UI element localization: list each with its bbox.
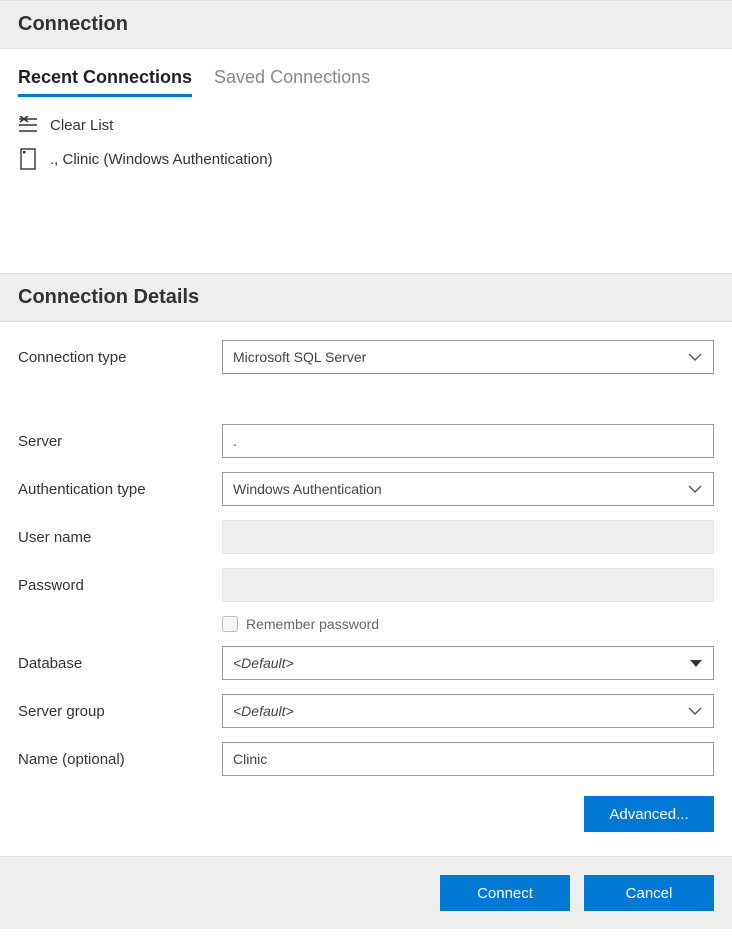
advanced-button[interactable]: Advanced...	[584, 796, 714, 832]
tab-saved-connections[interactable]: Saved Connections	[214, 67, 370, 97]
database-select[interactable]	[222, 646, 714, 680]
server-input[interactable]	[222, 424, 714, 458]
user-name-label: User name	[18, 529, 208, 546]
password-label: Password	[18, 577, 208, 594]
database-label: Database	[18, 655, 208, 672]
server-label: Server	[18, 433, 208, 450]
server-icon	[18, 149, 38, 169]
details-title: Connection Details	[18, 286, 714, 309]
details-body: Connection type Server Authentication ty…	[0, 322, 732, 856]
recent-connection-item[interactable]: ., Clinic (Windows Authentication)	[18, 149, 714, 169]
server-group-label: Server group	[18, 703, 208, 720]
tab-recent-connections[interactable]: Recent Connections	[18, 67, 192, 97]
dialog-footer: Connect Cancel	[0, 856, 732, 929]
details-form: Connection type Server Authentication ty…	[18, 340, 714, 832]
remember-password-label: Remember password	[246, 616, 379, 632]
tabs: Recent Connections Saved Connections	[18, 67, 714, 97]
connection-header: Connection	[0, 0, 732, 49]
recent-connection-label: ., Clinic (Windows Authentication)	[50, 151, 273, 168]
password-input	[222, 568, 714, 602]
name-optional-label: Name (optional)	[18, 751, 208, 768]
clear-list-icon	[18, 115, 38, 135]
connection-body: Recent Connections Saved Connections Cle…	[0, 49, 732, 273]
details-header: Connection Details	[0, 273, 732, 322]
remember-password-checkbox[interactable]	[222, 616, 238, 632]
connection-title: Connection	[18, 13, 714, 36]
connect-button[interactable]: Connect	[440, 875, 570, 911]
connection-type-select[interactable]	[222, 340, 714, 374]
user-name-input	[222, 520, 714, 554]
name-optional-input[interactable]	[222, 742, 714, 776]
auth-type-select[interactable]	[222, 472, 714, 506]
auth-type-label: Authentication type	[18, 481, 208, 498]
recent-connections-list: Clear List ., Clinic (Windows Authentica…	[18, 115, 714, 249]
clear-list-button[interactable]: Clear List	[18, 115, 714, 135]
clear-list-label: Clear List	[50, 117, 113, 134]
connection-type-label: Connection type	[18, 349, 208, 366]
cancel-button[interactable]: Cancel	[584, 875, 714, 911]
server-group-select[interactable]	[222, 694, 714, 728]
